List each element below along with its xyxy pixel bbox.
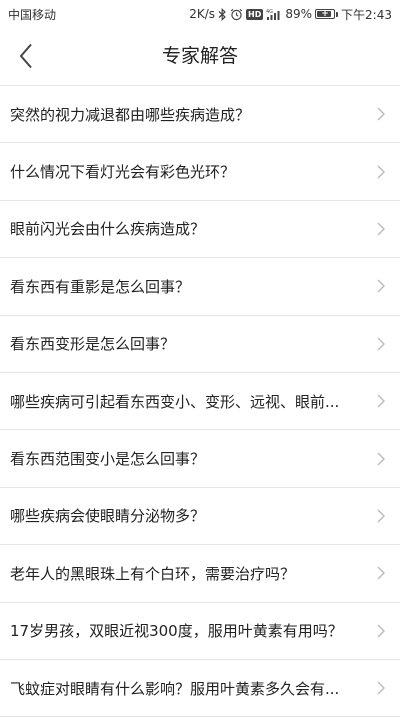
carrier-label: 中国移动 (8, 7, 57, 22)
alarm-icon (230, 7, 243, 21)
network-speed: 2K/s (189, 7, 216, 21)
chevron-right-icon (377, 394, 385, 408)
faq-question: 看东西范围变小是怎么回事？ (10, 450, 206, 469)
faq-question: 飞蚊症对眼睛有什么影响？服用叶黄素多久会有... (10, 679, 340, 698)
faq-question: 哪些疾病可引起看东西变小、变形、远视、眼前... (10, 392, 340, 411)
status-icons: 2K/s HD 4G 89% + 下午2:43 (189, 6, 392, 23)
faq-item[interactable]: 突然的视力减退都由哪些疾病造成？ (0, 86, 400, 144)
faq-question: 突然的视力减退都由哪些疾病造成？ (10, 105, 251, 124)
hd-icon: HD (246, 8, 264, 20)
faq-item[interactable]: 17岁男孩，双眼近视300度，服用叶黄素有用吗？ (0, 603, 400, 660)
chevron-right-icon (377, 165, 385, 179)
faq-question: 看东西有重影是怎么回事？ (10, 277, 191, 296)
bluetooth-icon (218, 7, 227, 21)
signal-icon: 4G (266, 7, 282, 21)
faq-item[interactable]: 哪些疾病会使眼睛分泌物多？ (0, 488, 400, 546)
chevron-right-icon (377, 624, 385, 638)
faq-question: 哪些疾病会使眼睛分泌物多？ (10, 507, 206, 526)
faq-question: 什么情况下看灯光会有彩色光环？ (10, 163, 236, 182)
chevron-right-icon (377, 337, 385, 351)
battery-icon: + (315, 9, 339, 19)
header: 专家解答 (0, 28, 400, 86)
faq-item[interactable]: 哪些疾病可引起看东西变小、变形、远视、眼前... (0, 373, 400, 431)
faq-item[interactable]: 什么情况下看灯光会有彩色光环？ (0, 143, 400, 201)
faq-item[interactable]: 飞蚊症对眼睛有什么影响？服用叶黄素多久会有... (0, 660, 400, 717)
faq-item[interactable]: 老年人的黑眼珠上有个白环，需要治疗吗？ (0, 545, 400, 603)
chevron-right-icon (377, 279, 385, 293)
chevron-right-icon (377, 452, 385, 466)
chevron-right-icon (377, 681, 385, 695)
faq-question: 眼前闪光会由什么疾病造成？ (10, 220, 206, 239)
faq-question: 老年人的黑眼珠上有个白环，需要治疗吗？ (10, 564, 296, 583)
clock: 下午2:43 (341, 7, 392, 22)
page-title: 专家解答 (161, 45, 238, 67)
faq-question: 看东西变形是怎么回事？ (10, 335, 176, 354)
chevron-right-icon (377, 566, 385, 580)
chevron-right-icon (377, 107, 385, 121)
svg-text:4G: 4G (266, 9, 273, 15)
faq-list: 突然的视力减退都由哪些疾病造成？ 什么情况下看灯光会有彩色光环？ 眼前闪光会由什么疾… (0, 86, 400, 717)
faq-item[interactable]: 看东西有重影是怎么回事？ (0, 258, 400, 316)
faq-item[interactable]: 看东西范围变小是怎么回事？ (0, 430, 400, 488)
chevron-right-icon (377, 509, 385, 523)
faq-item[interactable]: 看东西变形是怎么回事？ (0, 316, 400, 373)
status-bar: 中国移动 2K/s HD 4G 89% + 下午2:43 (0, 0, 400, 28)
battery-percent: 89% (285, 7, 313, 21)
chevron-right-icon (377, 222, 385, 236)
faq-question: 17岁男孩，双眼近视300度，服用叶黄素有用吗？ (10, 622, 343, 641)
faq-item[interactable]: 眼前闪光会由什么疾病造成？ (0, 201, 400, 259)
